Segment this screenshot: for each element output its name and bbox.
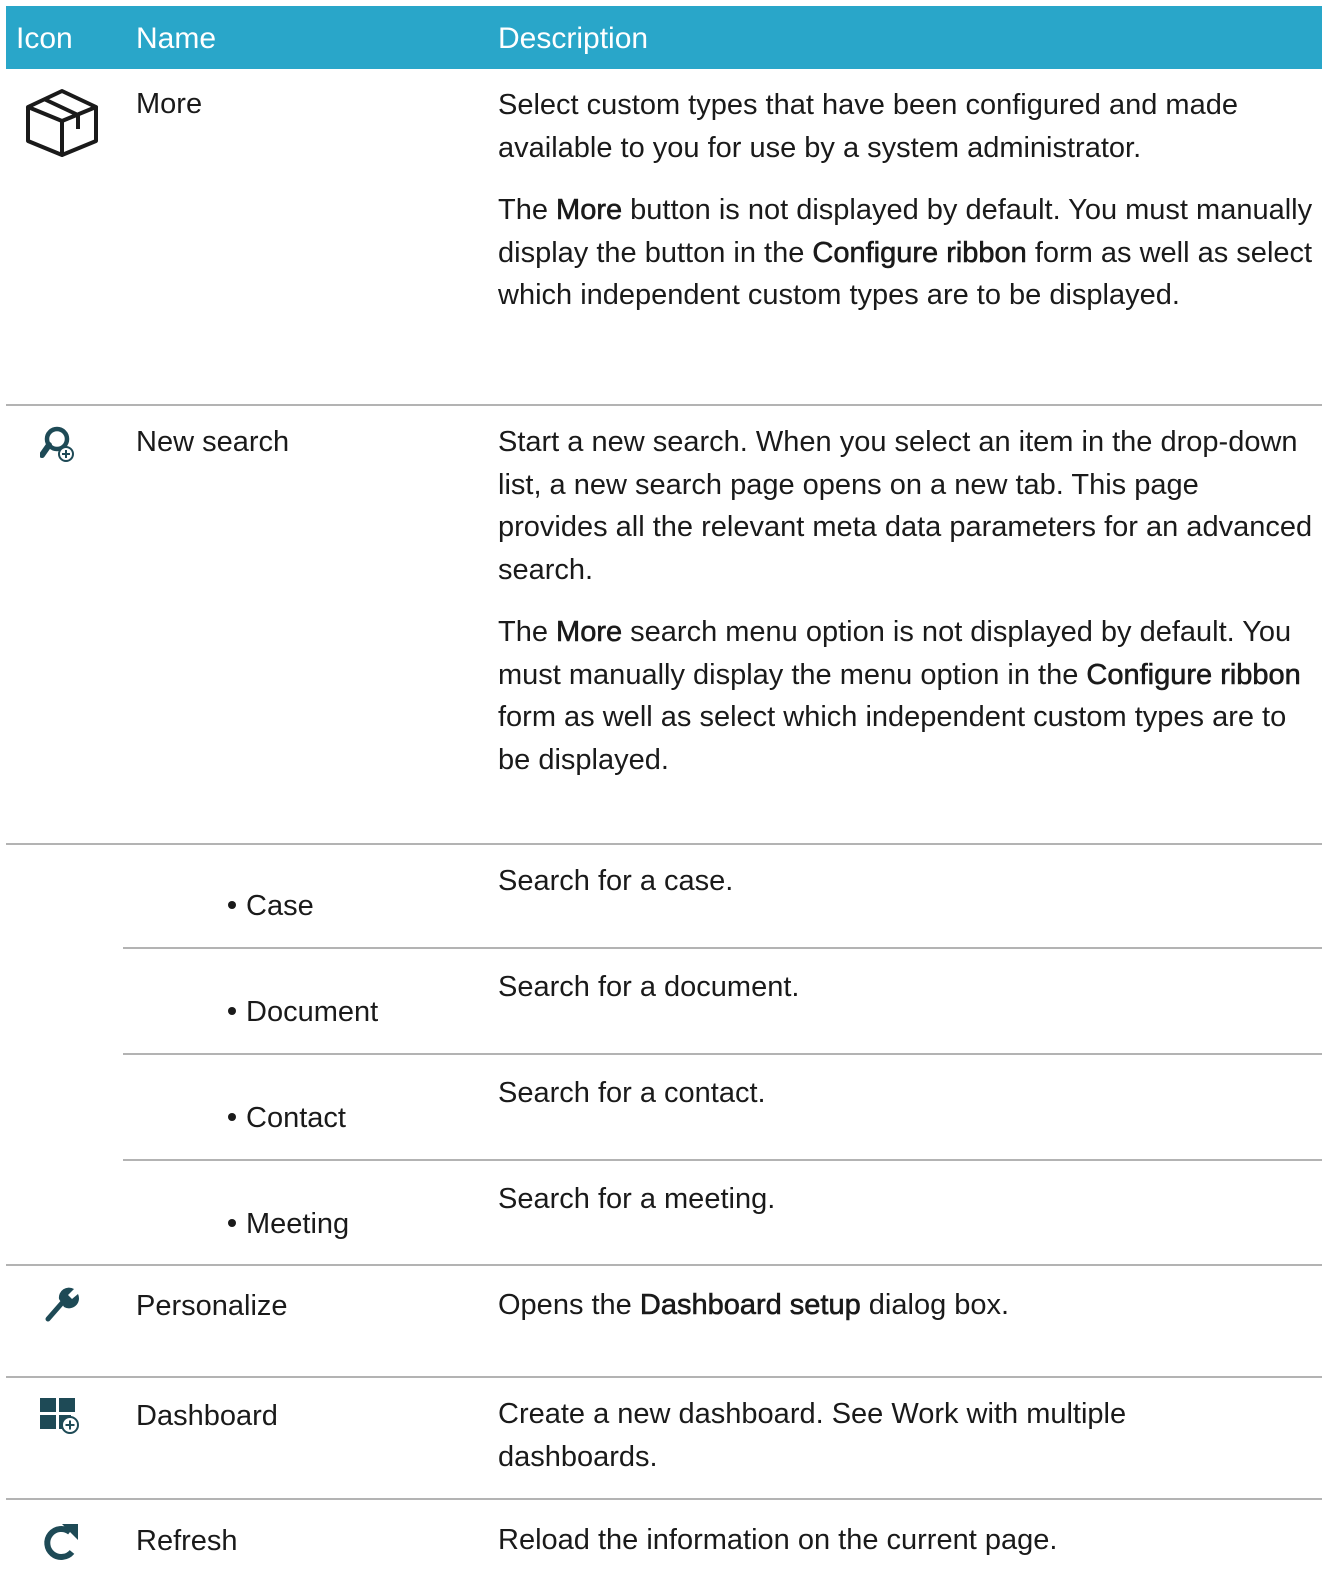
sub-item-contact: Contact <box>228 1100 346 1136</box>
sub-item-case: Case <box>228 888 314 924</box>
refresh-icon <box>40 1520 80 1573</box>
bullet-icon <box>228 1007 236 1016</box>
more-desc-p1: Select custom types that have been confi… <box>498 89 1238 164</box>
row-desc-refresh: Reload the information on the current pa… <box>498 1524 1058 1556</box>
sub-divider <box>123 1159 1322 1161</box>
row-desc-personalize: Opens the Dashboard setup dialog box. <box>498 1289 1010 1322</box>
table-header: Icon Name Description <box>6 6 1322 69</box>
header-description: Description <box>498 22 649 55</box>
wrench-icon <box>44 1285 80 1328</box>
sub-divider <box>123 947 1322 949</box>
row-name-personalize: Personalize <box>136 1290 288 1322</box>
row-desc-dashboard: Create a new dashboard. See Work with mu… <box>498 1398 1127 1473</box>
row-divider <box>6 1376 1322 1378</box>
new-search-desc-p1: Start a new search. When you select an i… <box>498 426 1313 586</box>
row-name-new-search: New search <box>136 426 290 458</box>
bullet-icon <box>228 1219 236 1228</box>
more-desc-p2: The More button is not displayed by defa… <box>498 194 1313 311</box>
sub-item-meeting: Meeting <box>228 1206 349 1242</box>
sub-desc-contact: Search for a contact. <box>498 1077 766 1109</box>
bullet-icon <box>228 1113 236 1122</box>
sub-desc-document: Search for a document. <box>498 971 800 1003</box>
row-name-more: More <box>136 88 203 120</box>
row-divider <box>6 404 1322 406</box>
header-name: Name <box>136 22 217 55</box>
search-plus-icon <box>39 425 76 468</box>
row-desc-new-search: Start a new search. When you select an i… <box>498 421 1313 781</box>
new-search-desc-p2: The More search menu option is not displ… <box>498 616 1301 776</box>
row-divider <box>6 843 1322 845</box>
row-divider <box>6 1498 1322 1500</box>
row-desc-more: Select custom types that have been confi… <box>498 84 1313 317</box>
header-icon: Icon <box>16 22 73 55</box>
sub-divider <box>123 1053 1322 1055</box>
box-icon <box>22 85 102 162</box>
row-divider <box>6 1264 1322 1266</box>
dashboard-plus-icon <box>40 1398 80 1441</box>
sub-desc-meeting: Search for a meeting. <box>498 1183 776 1215</box>
row-name-dashboard: Dashboard <box>136 1400 278 1432</box>
sub-desc-case: Search for a case. <box>498 865 734 897</box>
sub-item-document: Document <box>228 994 378 1030</box>
row-name-refresh: Refresh <box>136 1525 238 1557</box>
bullet-icon <box>228 901 236 910</box>
